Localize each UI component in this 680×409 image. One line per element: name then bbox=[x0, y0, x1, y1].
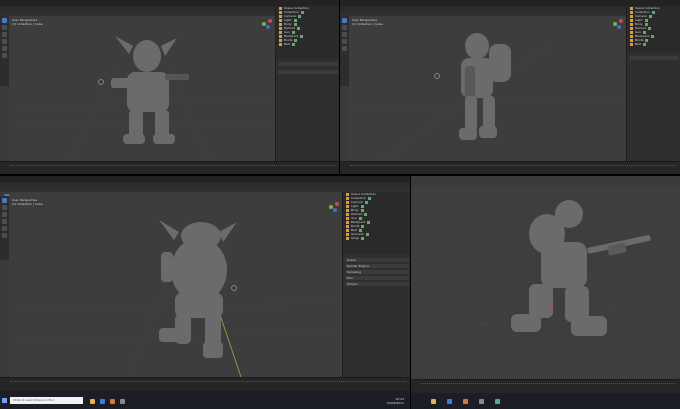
windows-start-icon[interactable] bbox=[2, 398, 7, 403]
properties-row[interactable]: Film bbox=[345, 276, 409, 280]
properties-search[interactable] bbox=[278, 62, 338, 66]
select-tool-icon[interactable] bbox=[2, 198, 7, 203]
properties-search[interactable] bbox=[629, 56, 679, 60]
properties-row[interactable]: Scene bbox=[345, 258, 409, 262]
properties-panel[interactable]: Scene Render Engine Sampling Film Output bbox=[342, 254, 410, 377]
character-model[interactable] bbox=[159, 220, 237, 358]
cursor-tool-icon[interactable] bbox=[342, 25, 347, 30]
rotate-tool-icon[interactable] bbox=[2, 219, 7, 224]
properties-row[interactable]: Sampling bbox=[345, 270, 409, 274]
scale-tool-icon[interactable] bbox=[2, 46, 7, 51]
taskbar-search-input[interactable]: Write to search/here to find bbox=[10, 397, 83, 404]
navigation-gizmo-icon[interactable] bbox=[329, 202, 339, 212]
move-tool-icon[interactable] bbox=[2, 32, 7, 37]
blender-icon[interactable] bbox=[463, 399, 468, 404]
navigation-gizmo-icon[interactable] bbox=[613, 19, 623, 29]
viewport-scene[interactable] bbox=[9, 192, 342, 377]
scale-tool-icon[interactable] bbox=[342, 46, 347, 51]
character-model[interactable] bbox=[459, 33, 511, 140]
app-icon[interactable] bbox=[479, 399, 484, 404]
rotate-tool-icon[interactable] bbox=[2, 39, 7, 44]
timeline-panel[interactable] bbox=[340, 161, 680, 174]
tool-shelf[interactable] bbox=[340, 16, 349, 86]
viewport-panel-top-left: User Perspective (1) Collection | Cube S… bbox=[0, 0, 339, 174]
app-icon[interactable] bbox=[120, 399, 125, 404]
viewport-scene[interactable] bbox=[349, 16, 626, 161]
browser-icon[interactable] bbox=[447, 399, 452, 404]
taskbar-clock[interactable]: 10:24 20/08/2021 bbox=[387, 397, 404, 405]
file-explorer-icon[interactable] bbox=[431, 399, 436, 404]
navigation-gizmo-icon[interactable] bbox=[262, 19, 272, 29]
scale-tool-icon[interactable] bbox=[2, 226, 7, 231]
viewport-panel-bottom-right bbox=[411, 176, 680, 409]
viewport-panel-top-right: User Perspective (1) Collection | Cube S… bbox=[340, 0, 680, 174]
viewport-scene[interactable] bbox=[9, 16, 275, 161]
3d-cursor-icon bbox=[231, 285, 237, 291]
viewport-panel-bottom-left: Layout Modeling Sculpting UV Editing Tex… bbox=[0, 176, 410, 409]
select-tool-icon[interactable] bbox=[342, 18, 347, 23]
timeline-panel[interactable] bbox=[0, 377, 410, 392]
properties-panel[interactable] bbox=[275, 58, 339, 161]
transform-tool-icon[interactable] bbox=[2, 233, 7, 238]
3d-viewport[interactable]: User Perspective (1) Collection | Cube bbox=[9, 16, 275, 161]
select-tool-icon[interactable] bbox=[2, 18, 7, 23]
outliner-panel[interactable]: Scene Collection Collection Camera Light… bbox=[626, 6, 680, 52]
cursor-tool-icon[interactable] bbox=[2, 25, 7, 30]
properties-row[interactable]: Output bbox=[345, 282, 409, 286]
app-icon[interactable] bbox=[495, 399, 500, 404]
windows-taskbar[interactable] bbox=[411, 393, 680, 409]
3d-cursor-icon bbox=[98, 79, 104, 85]
viewport-scene[interactable] bbox=[411, 186, 680, 379]
transform-tool-icon[interactable] bbox=[2, 53, 7, 58]
blender-icon[interactable] bbox=[110, 399, 115, 404]
character-model[interactable] bbox=[111, 36, 189, 144]
cursor-tool-icon[interactable] bbox=[2, 205, 7, 210]
properties-row[interactable]: Render Engine bbox=[345, 264, 409, 268]
3d-viewport[interactable]: User Perspective (1) Collection | Cube bbox=[349, 16, 626, 161]
character-model[interactable] bbox=[511, 200, 651, 336]
rotate-tool-icon[interactable] bbox=[342, 39, 347, 44]
tool-shelf[interactable] bbox=[0, 196, 9, 260]
browser-icon[interactable] bbox=[100, 399, 105, 404]
timeline-panel[interactable] bbox=[0, 161, 339, 174]
3d-viewport[interactable] bbox=[411, 186, 680, 379]
windows-taskbar[interactable]: Write to search/here to find 10:24 20/08… bbox=[0, 391, 410, 409]
outliner-panel[interactable]: Scene Collection Collection Camera Light… bbox=[342, 192, 410, 254]
outliner-row[interactable]: Belt bbox=[276, 42, 339, 46]
outliner-panel[interactable]: Scene Collection Collection Camera Light… bbox=[275, 6, 339, 58]
move-tool-icon[interactable] bbox=[342, 32, 347, 37]
properties-panel[interactable] bbox=[626, 52, 680, 161]
outliner-row[interactable]: Belt bbox=[627, 42, 680, 46]
timeline-panel[interactable] bbox=[411, 379, 680, 394]
move-tool-icon[interactable] bbox=[2, 212, 7, 217]
3d-viewport[interactable]: User Perspective (1) Collection | Cube bbox=[9, 192, 342, 377]
3d-cursor-icon bbox=[434, 73, 440, 79]
outliner-row[interactable]: Strap bbox=[343, 236, 410, 240]
tool-shelf[interactable] bbox=[0, 16, 9, 86]
properties-row[interactable] bbox=[278, 70, 338, 74]
file-explorer-icon[interactable] bbox=[90, 399, 95, 404]
